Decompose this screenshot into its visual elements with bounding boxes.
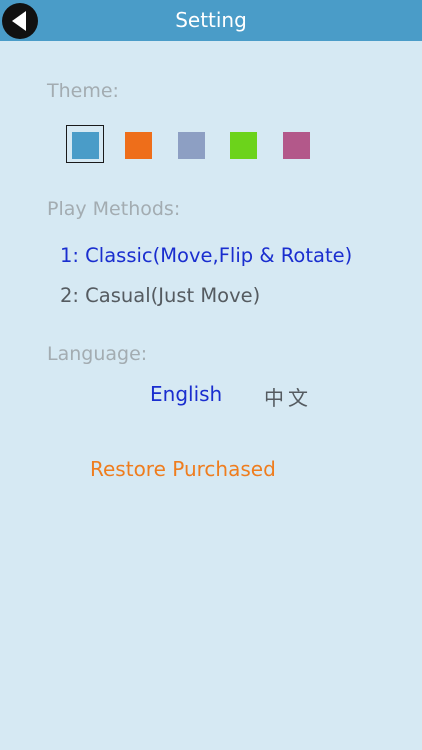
theme-swatch-blue[interactable] <box>72 132 99 159</box>
theme-swatch-magenta[interactable] <box>283 132 310 159</box>
play-method-casual[interactable]: 2: Casual(Just Move) <box>60 284 260 307</box>
theme-swatch-orange[interactable] <box>125 132 152 159</box>
header-bar: Setting <box>0 0 422 41</box>
theme-label: Theme: <box>47 80 119 102</box>
play-method-classic[interactable]: 1: Classic(Move,Flip & Rotate) <box>60 244 352 267</box>
language-label: Language: <box>47 343 148 365</box>
language-chinese[interactable]: 中文 <box>264 382 312 411</box>
play-methods-label: Play Methods: <box>47 198 181 220</box>
theme-swatch-lavender[interactable] <box>178 132 205 159</box>
restore-purchased-button[interactable]: Restore Purchased <box>90 457 276 481</box>
page-title: Setting <box>175 8 247 32</box>
theme-swatch-green[interactable] <box>230 132 257 159</box>
language-english[interactable]: English <box>150 382 222 406</box>
